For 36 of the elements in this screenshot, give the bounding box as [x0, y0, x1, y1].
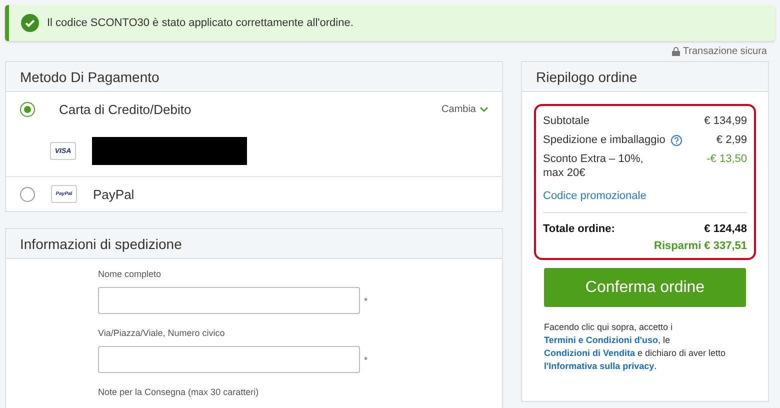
- summary-label: Spedizione e imballaggio: [543, 133, 666, 147]
- terms-text: Facendo clic qui sopra, accetto i Termini e Condizioni d'uso, le Condizioni di Vendita e dichiaro di aver letto l'Informativa sulla privacy.: [544, 321, 727, 373]
- summary-value: € 134,99: [704, 114, 747, 128]
- total-label: Totale ordine:: [543, 223, 615, 235]
- lock-icon: [672, 46, 680, 56]
- section-title: Metodo Di Pagamento: [20, 68, 160, 84]
- summary-label: Subtotale: [543, 114, 590, 128]
- secure-note: Transazione sicura: [682, 46, 767, 56]
- radio-button[interactable]: [20, 186, 35, 202]
- summary-value: -€ 13,50: [706, 152, 747, 166]
- terms-link[interactable]: Condizioni di Vendita: [544, 348, 635, 358]
- confirm-order-button[interactable]: Conferma ordine: [544, 268, 746, 307]
- summary-label: Sconto Extra – 10%, max 20€: [543, 152, 644, 180]
- field-label: Via/Piazza/Viale, Numero civico: [98, 328, 226, 338]
- summary-value: € 2,99: [716, 133, 747, 147]
- help-icon[interactable]: [671, 134, 682, 146]
- section-title: Riepilogo ordine: [536, 68, 638, 84]
- input-field[interactable]: [98, 346, 360, 373]
- check-circle-icon: [21, 14, 39, 32]
- terms-link[interactable]: l'Informativa sulla privacy: [544, 361, 654, 371]
- payment-method-label: Carta di Credito/Debito: [59, 102, 192, 116]
- chevron-down-icon: [480, 106, 488, 112]
- payment-method-label: PayPal: [93, 186, 134, 202]
- field-label: Nome completo: [98, 269, 162, 279]
- terms-link[interactable]: Termini e Condizioni d'uso: [544, 335, 658, 345]
- total-value: € 124,48: [704, 223, 747, 235]
- required-mark: *: [364, 354, 368, 364]
- field-label: Note per la Consegna (max 30 caratteri): [98, 387, 260, 397]
- savings-text: Risparmi € 337,51: [653, 240, 747, 252]
- change-link[interactable]: Cambia: [442, 104, 488, 114]
- section-title: Informazioni di spedizione: [20, 236, 182, 252]
- required-mark: *: [364, 296, 368, 306]
- radio-button[interactable]: [20, 102, 35, 116]
- promo-code-link[interactable]: Codice promozionale: [543, 190, 747, 202]
- alert-message: Il codice SCONTO30 è stato applicato correttamente all'ordine.: [47, 17, 354, 29]
- input-field[interactable]: [98, 287, 360, 314]
